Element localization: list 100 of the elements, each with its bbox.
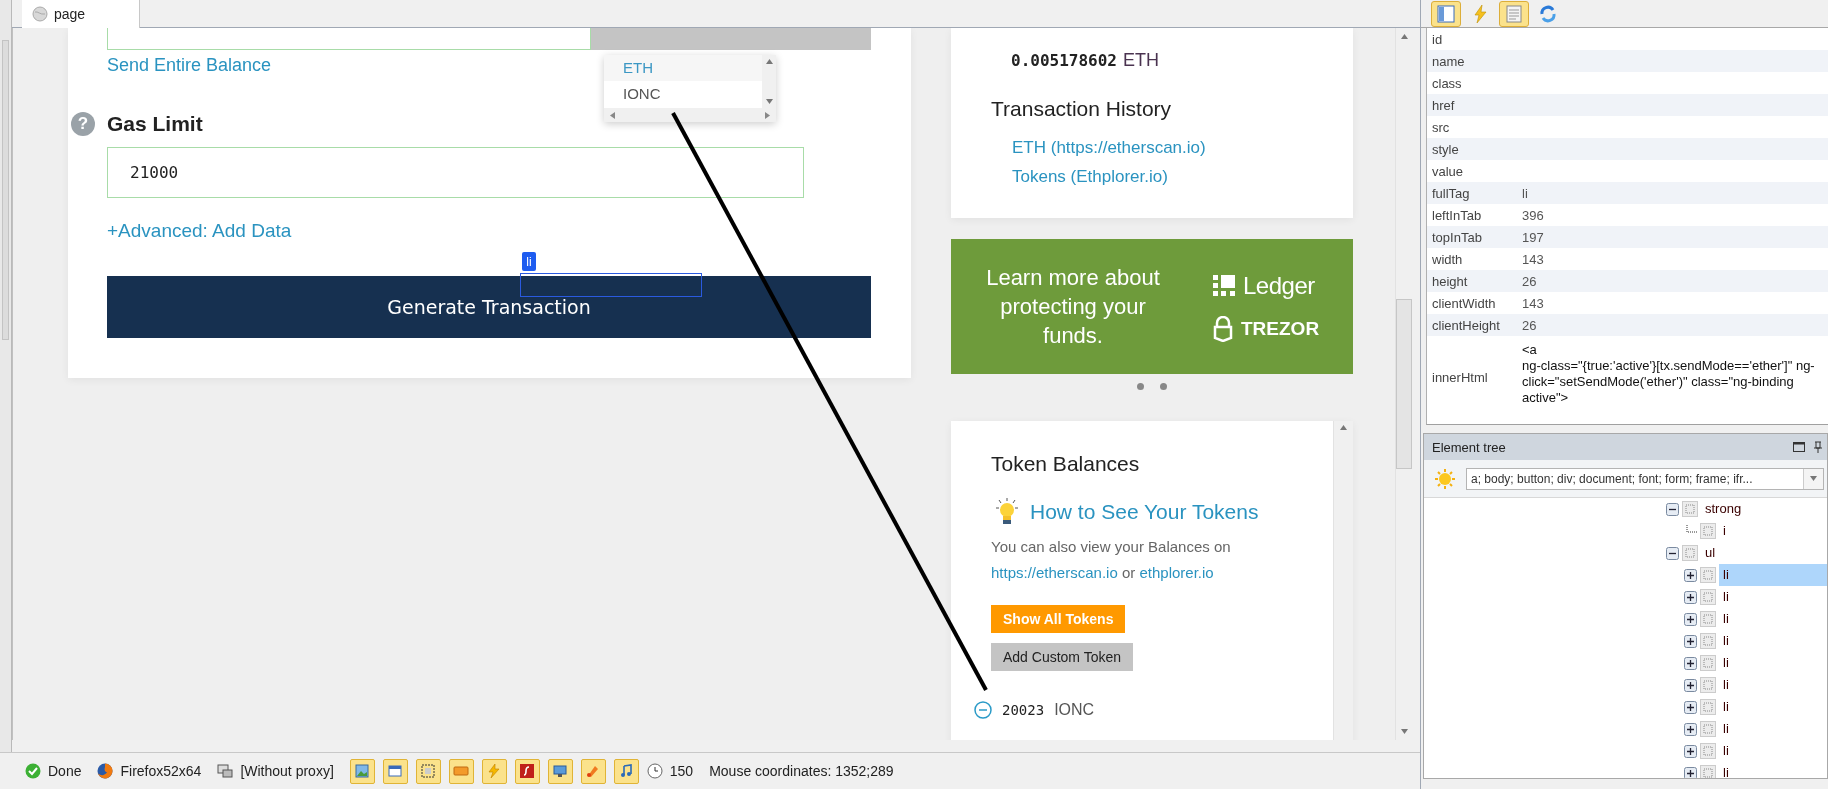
- window-icon: [387, 763, 404, 779]
- property-name: innerHtml: [1432, 369, 1489, 385]
- property-name: value: [1432, 163, 1465, 179]
- property-value: 26: [1522, 317, 1538, 333]
- section-title: Token Balances: [991, 451, 1140, 477]
- expand-icon[interactable]: [1684, 766, 1697, 778]
- element-icon: [1700, 765, 1716, 778]
- tree-node[interactable]: li: [1719, 674, 1827, 696]
- music-note-icon: [618, 763, 635, 779]
- element-icon: [1700, 721, 1716, 737]
- expand-icon[interactable]: [1684, 744, 1697, 758]
- add-custom-token-button[interactable]: Add Custom Token: [991, 643, 1134, 671]
- tree-node[interactable]: i: [1719, 520, 1827, 542]
- expand-icon[interactable]: [1684, 612, 1697, 626]
- right-arrow-icon: [765, 111, 770, 119]
- element-icon: [1700, 567, 1716, 583]
- logo-text: TREZOR: [1241, 317, 1320, 340]
- tree-node[interactable]: li: [1719, 586, 1827, 608]
- toolbar-button[interactable]: [514, 758, 540, 784]
- maximize-icon: [1793, 442, 1805, 452]
- tree-node[interactable]: li: [1719, 740, 1827, 762]
- etherscan-link[interactable]: https://etherscan.io: [991, 564, 1118, 581]
- carousel-dot[interactable]: [1160, 382, 1167, 390]
- carousel-dot[interactable]: [1137, 382, 1144, 390]
- inspector-tool-button[interactable]: [1431, 0, 1461, 27]
- status-text: [Without proxy]: [240, 763, 334, 779]
- element-icon: [1700, 677, 1716, 693]
- toolbar-button[interactable]: [613, 758, 639, 784]
- dropdown-button[interactable]: [1803, 468, 1823, 489]
- ethplorer-link[interactable]: ethplorer.io: [1139, 564, 1214, 581]
- property-name: class: [1432, 75, 1463, 91]
- lightbulb-icon: [996, 498, 1018, 526]
- toolbar-button[interactable]: [382, 758, 408, 784]
- tree-node[interactable]: li: [1719, 608, 1827, 630]
- element-icon: [1700, 699, 1716, 715]
- tree-node[interactable]: li: [1719, 652, 1827, 674]
- tag-filter-dropdown[interactable]: a; body; button; div; document; font; form; frame; ifr...: [1466, 467, 1824, 490]
- banner-text: Learn more about protecting your funds.: [985, 264, 1161, 350]
- history-link[interactable]: Tokens (Ethplorer.io): [1012, 162, 1206, 191]
- scrollbar[interactable]: [1333, 421, 1353, 740]
- element-icon: [1700, 523, 1716, 539]
- scrollbar-thumb[interactable]: [1396, 299, 1412, 469]
- element-icon: [1700, 611, 1716, 627]
- property-name: fullTag: [1432, 185, 1471, 201]
- property-name: name: [1432, 53, 1466, 69]
- down-arrow-icon: [1400, 729, 1408, 734]
- property-name: clientWidth: [1432, 295, 1497, 311]
- property-value: <a ng-class="{true:'active'}[tx.sendMode=='ether']" ng-click="setSendMode('ether')" class="ng-binding active">: [1522, 341, 1816, 407]
- timer-text: 150: [669, 763, 694, 779]
- property-name: href: [1432, 97, 1456, 113]
- tree-node[interactable]: li: [1719, 564, 1827, 586]
- property-name: clientHeight: [1432, 317, 1501, 333]
- pin-icon: [1813, 441, 1823, 453]
- expand-icon[interactable]: [1684, 590, 1697, 604]
- expand-icon[interactable]: [1684, 568, 1697, 582]
- expand-icon[interactable]: [1684, 656, 1697, 670]
- toolbar-button[interactable]: [547, 758, 573, 784]
- element-icon: [1700, 589, 1716, 605]
- property-value: 143: [1522, 251, 1545, 267]
- expand-icon[interactable]: [1684, 634, 1697, 648]
- status-text: Firefox52x64: [120, 763, 202, 779]
- panel-icon: [1436, 3, 1456, 24]
- property-value: 396: [1522, 207, 1545, 223]
- tree-node[interactable]: li: [1719, 762, 1827, 778]
- side-scrollbar[interactable]: [2, 40, 9, 340]
- mouse-coordinates: Mouse coordinates: 1352;289: [709, 763, 894, 779]
- toolbar-button[interactable]: [580, 758, 606, 784]
- monitor-icon: [552, 763, 569, 779]
- property-name: height: [1432, 273, 1469, 289]
- history-link[interactable]: ETH (https://etherscan.io): [1012, 133, 1206, 162]
- toolbar-button[interactable]: [349, 758, 375, 784]
- globe-icon: [32, 6, 48, 22]
- toolbar-button[interactable]: [415, 758, 441, 784]
- collapse-icon[interactable]: [1666, 502, 1679, 516]
- browser-icon: [97, 763, 114, 779]
- logo-text: Ledger: [1243, 271, 1315, 300]
- gas-limit-field[interactable]: 21000: [107, 147, 804, 198]
- up-arrow-icon: [1340, 425, 1347, 430]
- generate-transaction-button[interactable]: Generate Transaction: [107, 276, 871, 338]
- property-value: 26: [1522, 273, 1538, 289]
- info-text: You can also view your Balances on https://etherscan.io or ethplorer.io: [991, 537, 1232, 583]
- tree-node[interactable]: ul: [1701, 542, 1827, 564]
- check-icon: [25, 763, 41, 779]
- toolbar-button[interactable]: [448, 758, 474, 784]
- picture-icon: [354, 763, 371, 779]
- token-dropdown[interactable]: ETH IONC: [604, 55, 776, 122]
- tree-node[interactable]: li: [1719, 630, 1827, 652]
- sun-icon: [1434, 467, 1456, 490]
- expand-icon[interactable]: [1684, 678, 1697, 692]
- lock-icon: [1213, 315, 1233, 342]
- amount-field[interactable]: [107, 28, 591, 50]
- browser-tab[interactable]: page: [22, 0, 140, 28]
- tree-node[interactable]: li: [1719, 696, 1827, 718]
- tree-node[interactable]: strong: [1701, 498, 1827, 520]
- expand-icon[interactable]: [1684, 722, 1697, 736]
- tree-node[interactable]: li: [1719, 718, 1827, 740]
- token-symbol: IONC: [1054, 701, 1095, 719]
- property-name: src: [1432, 119, 1451, 135]
- collapse-icon[interactable]: [1666, 546, 1679, 560]
- expand-icon[interactable]: [1684, 700, 1697, 714]
